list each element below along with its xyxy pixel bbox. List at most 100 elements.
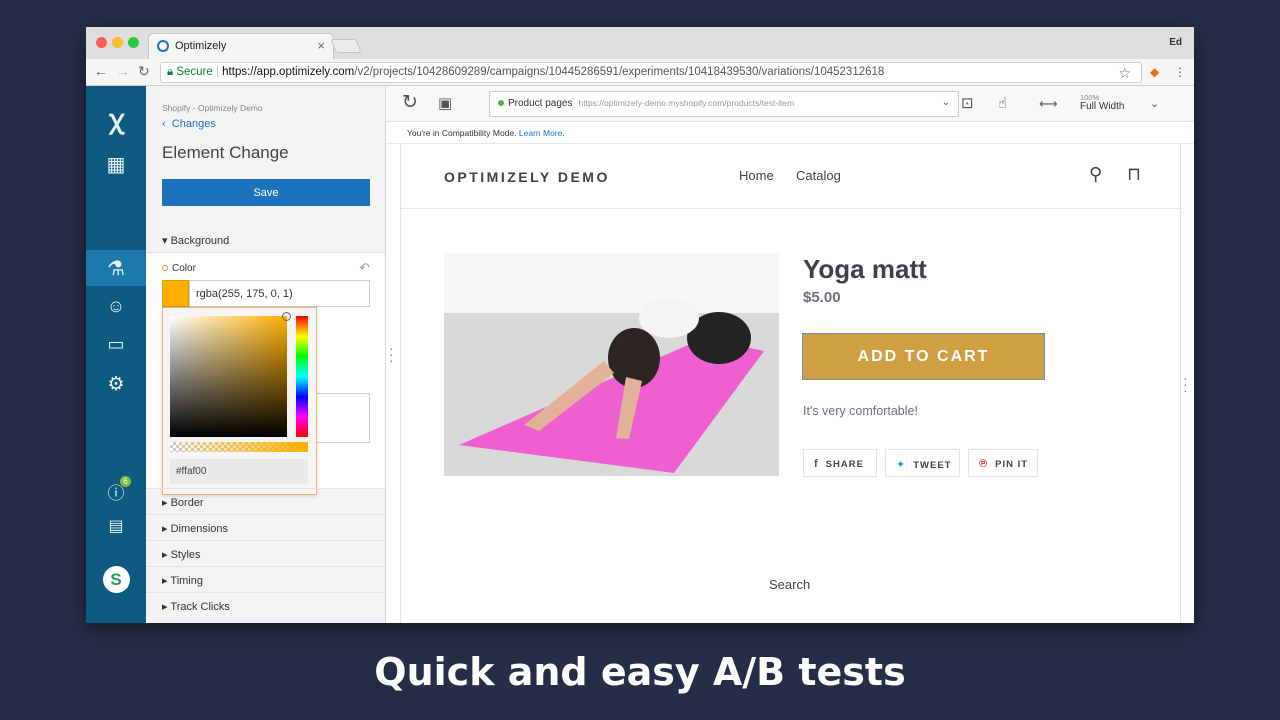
- modified-dot-icon: [162, 265, 168, 271]
- settings-gear-icon[interactable]: ⚙: [86, 373, 146, 401]
- tab-title: Optimizely: [175, 40, 227, 52]
- color-label: Color: [162, 263, 196, 274]
- alpha-slider[interactable]: [170, 442, 308, 452]
- reload-icon[interactable]: ↻: [138, 63, 150, 80]
- page-label: Product pages: [508, 98, 573, 109]
- nav-catalog[interactable]: Catalog: [796, 168, 841, 183]
- section-track-clicks[interactable]: ▸ Track Clicks: [146, 592, 385, 618]
- address-bar-row: ← → ↻ 🔒︎ Secure | https://app.optimizely…: [86, 59, 1194, 86]
- browser-window: Optimizely × Ed ← → ↻ 🔒︎ Secure | https:…: [86, 27, 1194, 623]
- product-image: [444, 253, 779, 476]
- left-resize-handle[interactable]: · · ·: [389, 341, 394, 367]
- facebook-icon: f: [814, 458, 819, 470]
- tab-bar: Optimizely × Ed: [86, 27, 1194, 59]
- browse-mode-icon[interactable]: ▣: [438, 94, 452, 112]
- experiments-flask-icon[interactable]: ⚗: [86, 250, 146, 286]
- hue-slider[interactable]: [296, 316, 308, 437]
- product-price: $5.00: [803, 289, 841, 306]
- audiences-icon[interactable]: ☺: [86, 296, 146, 324]
- property-sections: ▸ Border ▸ Dimensions ▸ Styles ▸ Timing …: [146, 488, 385, 618]
- back-to-changes-link[interactable]: ‹ Changes: [162, 118, 216, 130]
- learn-more-link[interactable]: Learn More.: [519, 128, 565, 138]
- background-section-toggle[interactable]: ▾ Background: [162, 234, 229, 247]
- store-logo[interactable]: OPTIMIZELY DEMO: [444, 169, 610, 185]
- help-icon[interactable]: ⓘ 6: [86, 476, 146, 507]
- share-twitter-button[interactable]: ✦ TWEET: [885, 449, 960, 477]
- store-preview: OPTIMIZELY DEMO Home Catalog ⚲ ⊓ Yoga ma…: [400, 144, 1182, 623]
- new-tab-button[interactable]: [330, 39, 362, 53]
- calendar-icon[interactable]: ▦: [86, 152, 146, 180]
- footer-search-link[interactable]: Search: [769, 577, 810, 592]
- metamask-extension-icon[interactable]: ◆: [1150, 65, 1159, 79]
- bookmark-star-icon[interactable]: ☆: [1118, 65, 1131, 82]
- save-button[interactable]: Save: [162, 179, 370, 206]
- add-to-cart-button[interactable]: ADD TO CART: [802, 333, 1045, 380]
- forward-arrow-icon[interactable]: →: [116, 63, 130, 79]
- editor-panel: Shopify - Optimizely Demo ‹ Changes Elem…: [146, 86, 386, 623]
- refresh-icon[interactable]: ↻: [402, 91, 418, 114]
- browser-tab[interactable]: Optimizely ×: [148, 33, 334, 59]
- page-title: Element Change: [162, 143, 289, 162]
- color-swatch[interactable]: [162, 280, 189, 307]
- background-section-label: Background: [170, 235, 230, 247]
- compatibility-banner: You're in Compatibility Mode. Learn More…: [386, 122, 1194, 144]
- help-badge: 6: [120, 476, 131, 487]
- browser-menu-icon[interactable]: ⋮: [1174, 65, 1186, 79]
- section-label: Dimensions: [170, 523, 229, 535]
- color-picker-popover: #ffaf00: [162, 307, 317, 495]
- zoom-mode: Full Width: [1080, 101, 1125, 112]
- color-label-text: Color: [172, 263, 196, 274]
- undo-icon[interactable]: ↶: [359, 260, 370, 276]
- nav-home[interactable]: Home: [739, 168, 774, 183]
- product-title: Yoga matt: [803, 254, 927, 284]
- account-logo-icon: S: [102, 566, 130, 593]
- breadcrumb: Shopify - Optimizely Demo: [162, 103, 263, 113]
- color-input[interactable]: rgba(255, 175, 0, 1): [189, 280, 370, 307]
- secure-label: Secure: [176, 66, 213, 78]
- lock-icon: 🔒︎: [167, 66, 174, 78]
- yoga-photo-icon: [444, 253, 779, 476]
- page-selector[interactable]: Product pages https://optimizely-demo.mys…: [489, 91, 959, 117]
- section-timing[interactable]: ▸ Timing: [146, 566, 385, 592]
- back-arrow-icon[interactable]: ←: [94, 63, 108, 79]
- app-nav-rail: ꭓ ▦ ⚗ ☺ ▭ ⚙ ⓘ 6 ▤ S: [86, 86, 146, 623]
- section-label: Styles: [170, 549, 201, 561]
- interactive-mode-icon[interactable]: ☝: [998, 94, 1007, 112]
- store-header: OPTIMIZELY DEMO Home Catalog ⚲ ⊓: [401, 144, 1182, 209]
- optimizely-favicon-icon: [157, 40, 169, 52]
- profile-label[interactable]: Ed: [1169, 37, 1182, 48]
- zoom-control[interactable]: 100% Full Width: [1080, 93, 1125, 112]
- close-window-dot[interactable]: [96, 37, 107, 48]
- search-icon[interactable]: ⚲: [1089, 164, 1102, 185]
- share-label: PIN IT: [995, 459, 1029, 470]
- pinterest-icon: ℗: [979, 458, 989, 470]
- right-resize-handle[interactable]: · · ·: [1183, 371, 1188, 397]
- color-picker-handle[interactable]: [282, 312, 291, 321]
- feedback-icon[interactable]: ▤: [86, 516, 146, 544]
- saturation-value-area[interactable]: [170, 312, 291, 437]
- twitter-icon: ✦: [896, 459, 907, 471]
- tab-close-icon[interactable]: ×: [317, 38, 325, 53]
- share-pinterest-button[interactable]: ℗ PIN IT: [968, 449, 1038, 477]
- share-label: SHARE: [825, 459, 864, 470]
- page-url: https://optimizely-demo.myshopify.com/pr…: [578, 98, 795, 108]
- section-styles[interactable]: ▸ Styles: [146, 540, 385, 566]
- maximize-window-dot[interactable]: [128, 37, 139, 48]
- share-label: TWEET: [913, 460, 952, 471]
- editor-header: Shopify - Optimizely Demo ‹ Changes Elem…: [146, 86, 385, 226]
- section-dimensions[interactable]: ▸ Dimensions: [146, 514, 385, 540]
- account-avatar[interactable]: S: [86, 566, 146, 598]
- zoom-chevron-down-icon[interactable]: ⌄: [1150, 97, 1159, 110]
- pages-icon[interactable]: ▭: [86, 334, 146, 362]
- share-facebook-button[interactable]: f SHARE: [803, 449, 877, 477]
- cart-icon[interactable]: ⊓: [1127, 164, 1141, 185]
- hex-input[interactable]: #ffaf00: [170, 459, 308, 484]
- section-border[interactable]: ▸ Border: [146, 488, 385, 514]
- url-field[interactable]: 🔒︎ Secure | https://app.optimizely.com/v…: [160, 62, 1142, 83]
- optimizely-logo-icon[interactable]: ꭓ: [86, 100, 146, 134]
- width-icon[interactable]: ⟷: [1039, 96, 1058, 112]
- code-editor-icon[interactable]: ⊡: [961, 94, 974, 112]
- chevron-down-icon: ⌄: [941, 97, 950, 108]
- minimize-window-dot[interactable]: [112, 37, 123, 48]
- section-label: Track Clicks: [170, 601, 230, 613]
